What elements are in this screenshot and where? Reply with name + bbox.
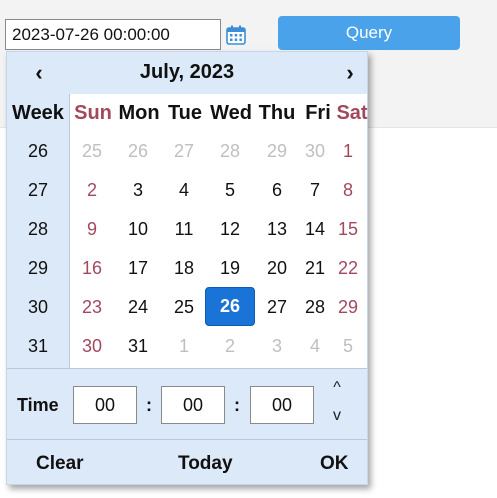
next-month-button[interactable]: › [338,60,362,86]
week-number: 28 [27,219,49,239]
time-row: Time : : ^ v [7,368,367,440]
day-cell[interactable]: 31 [120,327,156,365]
day-header-0: Sun [74,101,112,124]
day-cell[interactable]: 1 [166,327,202,365]
day-header-1: Mon [118,101,160,124]
day-cell[interactable]: 25 [166,288,202,326]
day-cell[interactable]: 9 [74,210,110,248]
day-cell[interactable]: 11 [166,210,202,248]
day-header-5: Fri [305,101,331,124]
day-header-6: Sat [336,101,368,124]
time-decrement-button[interactable]: v [329,407,345,425]
week-number: 30 [27,297,49,317]
date-picker-popup: ‹ July, 2023 › Week 26 27 28 29 30 31 Sun Mon T… [6,51,368,485]
time-increment-button[interactable]: ^ [329,379,345,397]
ok-button[interactable]: OK [320,453,349,475]
week-header: Week [12,101,64,124]
day-cell[interactable]: 18 [166,249,202,287]
day-cell[interactable]: 3 [259,327,295,365]
day-cell[interactable]: 24 [120,288,156,326]
time-separator: : [234,395,240,415]
day-cell[interactable]: 23 [74,288,110,326]
day-cell[interactable]: 27 [259,288,295,326]
day-cell[interactable]: 28 [212,132,248,170]
day-cell[interactable]: 22 [330,249,366,287]
day-cell[interactable]: 5 [212,171,248,209]
day-cell[interactable]: 13 [259,210,295,248]
day-cell[interactable]: 25 [74,132,110,170]
day-cell[interactable]: 30 [74,327,110,365]
day-grid: Sun Mon Tue Wed Thu Fri Sat 25 26 27 28 29 30 1 2 3 4 5 6 7… [69,94,368,368]
day-cell[interactable]: 29 [330,288,366,326]
today-button[interactable]: Today [178,453,233,475]
day-cell[interactable]: 1 [330,132,366,170]
day-cell[interactable]: 17 [120,249,156,287]
week-number: 31 [27,336,49,356]
time-separator: : [146,395,152,415]
day-cell[interactable]: 2 [74,171,110,209]
day-cell[interactable]: 27 [166,132,202,170]
day-cell[interactable]: 29 [259,132,295,170]
day-cell[interactable]: 15 [330,210,366,248]
day-cell[interactable]: 4 [297,327,333,365]
datetime-input[interactable] [5,19,221,50]
calendar-icon[interactable] [221,19,251,50]
selected-day-cell[interactable]: 26 [205,287,255,326]
day-cell[interactable]: 12 [212,210,248,248]
day-cell[interactable]: 14 [297,210,333,248]
day-cell[interactable]: 3 [120,171,156,209]
day-cell[interactable]: 19 [212,249,248,287]
day-cell[interactable]: 10 [120,210,156,248]
day-cell[interactable]: 2 [212,327,248,365]
day-cell[interactable]: 16 [74,249,110,287]
week-number-column: Week 26 27 28 29 30 31 [7,94,69,368]
day-header-3: Wed [210,101,252,124]
day-header-2: Tue [167,101,203,124]
week-number: 26 [27,141,49,161]
day-cell[interactable]: 26 [120,132,156,170]
day-cell[interactable]: 21 [297,249,333,287]
picker-footer: Clear Today OK [7,441,367,485]
day-cell[interactable]: 6 [259,171,295,209]
day-header-4: Thu [258,101,296,124]
day-cell[interactable]: 8 [330,171,366,209]
seconds-input[interactable] [250,386,314,424]
month-title: July, 2023 [139,61,235,83]
query-button[interactable]: Query [278,16,460,50]
time-label: Time [17,395,59,415]
day-cell[interactable]: 30 [297,132,333,170]
week-number: 29 [27,258,49,278]
hours-input[interactable] [73,386,137,424]
day-cell[interactable]: 20 [259,249,295,287]
minutes-input[interactable] [161,386,225,424]
day-cell[interactable]: 7 [297,171,333,209]
day-cell[interactable]: 4 [166,171,202,209]
day-cell[interactable]: 5 [330,327,366,365]
day-cell[interactable]: 28 [297,288,333,326]
clear-button[interactable]: Clear [36,453,84,475]
week-number: 27 [27,180,49,200]
month-nav: ‹ July, 2023 › [7,52,367,94]
